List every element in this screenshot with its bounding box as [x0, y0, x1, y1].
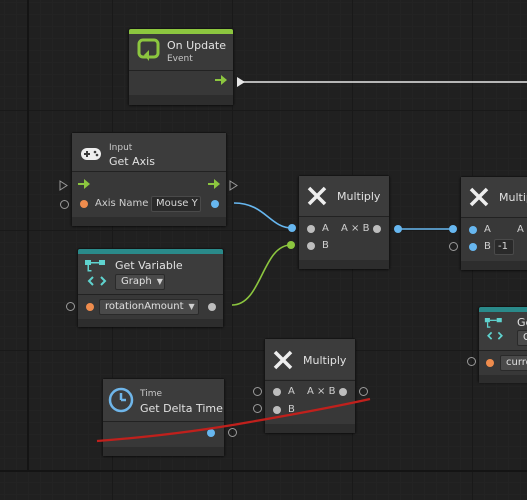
annotation-overlay: [96, 397, 371, 443]
red-annotation-stroke: [96, 397, 371, 443]
